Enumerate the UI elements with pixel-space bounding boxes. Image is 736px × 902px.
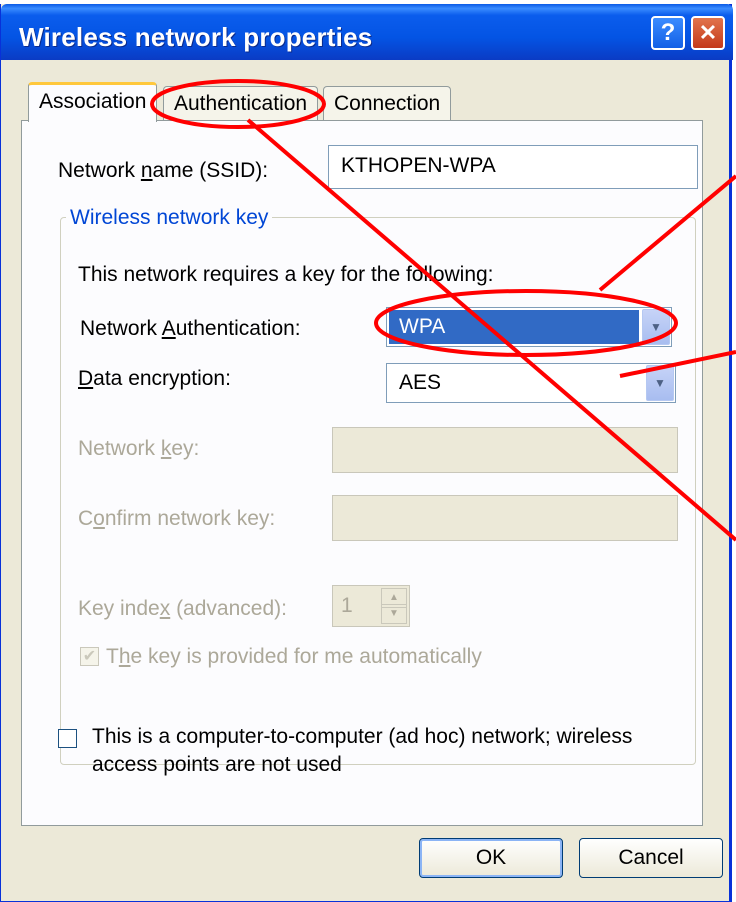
requires-key-text: This network requires a key for the foll…	[78, 263, 494, 286]
network-authentication-label: Network Authentication:	[80, 317, 301, 340]
window-title: Wireless network properties	[19, 22, 373, 52]
help-button[interactable]: ?	[651, 16, 685, 50]
key-index-value: 1	[341, 594, 353, 617]
spin-down-icon[interactable]: ▼	[381, 604, 407, 624]
network-key-input[interactable]	[332, 427, 678, 473]
network-authentication-select[interactable]: WPA ▼	[386, 307, 672, 347]
screenshot: Wireless network properties ? ✕ Associat…	[0, 0, 736, 902]
title-bar[interactable]: Wireless network properties ? ✕	[1, 4, 733, 60]
association-tab-panel: Network name (SSID): KTHOPEN-WPA Wireles…	[21, 120, 703, 826]
question-mark-icon: ?	[660, 19, 676, 46]
network-key-label: Network key:	[78, 437, 200, 460]
adhoc-label-line2: access points are not used	[92, 753, 342, 776]
close-button[interactable]: ✕	[691, 16, 725, 50]
chevron-down-icon[interactable]: ▼	[642, 309, 670, 345]
confirm-key-accel: o	[93, 507, 105, 530]
data-encryption-label: Data encryption:	[78, 367, 231, 390]
ssid-input[interactable]: KTHOPEN-WPA	[328, 145, 698, 189]
wireless-key-groupbox	[60, 217, 696, 765]
key-index-spinner[interactable]: 1 ▲ ▼	[332, 585, 410, 627]
data-encryption-value: AES	[399, 371, 442, 394]
tab-association[interactable]: Association	[28, 82, 158, 122]
network-authentication-accel: A	[161, 317, 176, 340]
auto-key-checkbox[interactable]: ✔	[80, 647, 99, 666]
wireless-key-legend: Wireless network key	[66, 206, 273, 230]
auto-key-accel: h	[118, 645, 131, 668]
key-index-label: Key index (advanced):	[78, 597, 287, 620]
dialog-window: Wireless network properties ? ✕ Associat…	[0, 4, 733, 902]
network-key-accel: k	[160, 437, 172, 460]
network-name-accel: n	[140, 159, 153, 182]
confirm-key-label: Confirm network key:	[78, 507, 276, 530]
data-encryption-select[interactable]: AES ▼	[386, 363, 676, 403]
ok-button[interactable]: OK	[419, 838, 563, 878]
key-index-accel: x	[159, 597, 171, 620]
close-icon: ✕	[698, 20, 718, 45]
confirm-key-input[interactable]	[332, 495, 678, 541]
adhoc-checkbox[interactable]	[58, 729, 77, 748]
network-authentication-value: WPA	[389, 310, 639, 344]
tab-authentication[interactable]: Authentication	[163, 86, 319, 122]
network-name-label: Network name (SSID):	[58, 159, 269, 182]
auto-key-label: The key is provided for me automatically	[106, 645, 482, 668]
adhoc-label-line1: This is a computer-to-computer (ad hoc) …	[92, 725, 633, 748]
data-encryption-accel: D	[78, 367, 94, 390]
tab-connection[interactable]: Connection	[323, 86, 452, 122]
checkmark-icon: ✔	[82, 648, 97, 665]
chevron-down-icon[interactable]: ▼	[646, 365, 674, 401]
cancel-button[interactable]: Cancel	[579, 838, 723, 878]
